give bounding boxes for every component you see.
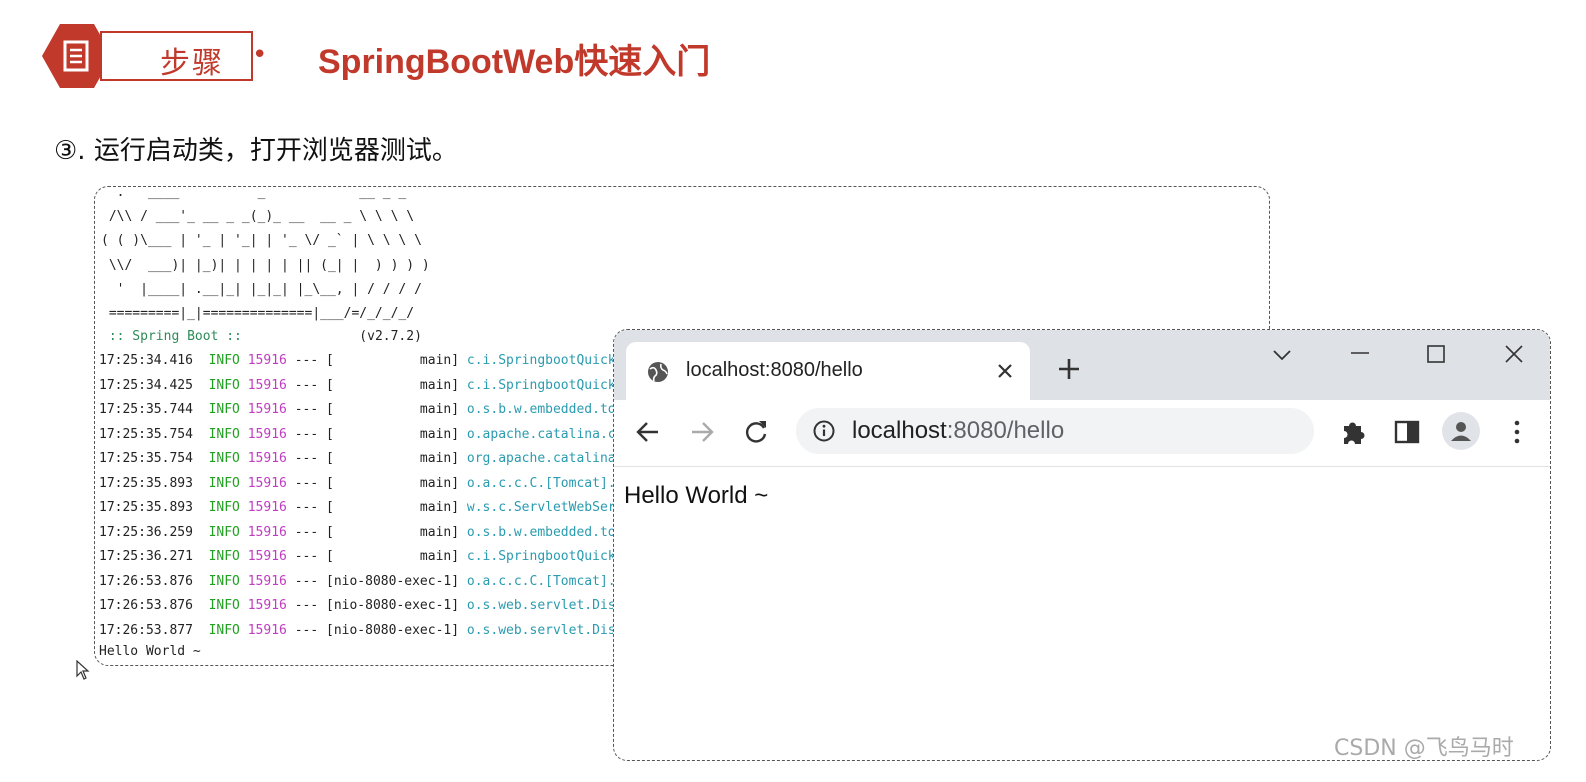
log-separator: --- [294,524,319,540]
log-separator: --- [294,475,319,491]
log-separator: --- [294,353,319,368]
log-time: 17:26:53.876 [99,598,193,613]
browser-window: localhost:8080/hello localhost:8080/hell… [613,329,1551,761]
log-level: INFO [208,573,240,589]
log-pid: 15916 [247,426,287,442]
badge-label: 步骤 [160,46,224,81]
log-pid: 15916 [247,573,287,589]
browser-tab[interactable]: localhost:8080/hello [626,342,1030,400]
log-level: INFO [208,500,240,515]
maximize-icon[interactable] [1418,340,1454,370]
log-thread: [ main] [326,426,460,442]
spring-boot-version: (v2.7.2) [249,329,422,344]
log-thread: [ main] [326,451,460,466]
log-pid: 15916 [247,402,287,417]
log-level: INFO [208,524,240,540]
site-info-icon[interactable] [812,419,836,443]
step-instruction: ③. 运行启动类，打开浏览器测试。 [54,136,458,166]
new-tab-icon[interactable] [1054,354,1084,384]
log-level: INFO [208,402,240,417]
step-badge: 步骤 [42,24,253,88]
log-thread: [ main] [326,353,460,368]
log-separator: --- [294,451,319,466]
log-pid: 15916 [247,598,287,613]
browser-toolbar: localhost:8080/hello [614,400,1550,467]
minimize-icon[interactable] [1342,340,1378,370]
log-pid: 15916 [247,500,287,515]
log-thread: [ main] [326,524,460,540]
log-level: INFO [208,549,240,564]
log-time: 17:25:35.754 [99,426,193,442]
log-time: 17:25:35.754 [99,451,193,466]
log-time: 17:25:36.271 [99,549,193,564]
reload-icon[interactable] [740,416,772,448]
log-pid: 15916 [247,377,287,393]
back-arrow-icon[interactable] [632,416,664,448]
address-bar[interactable]: localhost:8080/hello [796,408,1314,454]
log-thread: [ main] [326,377,460,393]
log-thread: [ main] [326,500,460,515]
close-window-icon[interactable] [1496,340,1532,370]
tab-title: localhost:8080/hello [686,359,863,381]
mouse-pointer-icon [76,660,90,680]
title-bullet: • [252,40,268,70]
spring-boot-version-line: :: Spring Boot :: (v2.7.2) [101,325,422,349]
log-pid: 15916 [247,353,287,368]
log-separator: --- [294,377,319,393]
globe-icon [648,362,668,382]
log-separator: --- [294,622,319,638]
url-host: localhost [852,417,947,444]
address-url: localhost:8080/hello [852,417,1064,445]
spring-ascii-banner: . ____ _ __ _ _ /\\ / ___'_ __ _ _(_)_ _… [101,186,430,322]
url-path: :8080/hello [946,417,1065,444]
log-level: INFO [208,622,240,638]
log-thread: [nio-8080-exec-1] [326,622,460,638]
log-pid: 15916 [247,524,287,540]
log-separator: --- [294,598,319,613]
forward-arrow-icon[interactable] [686,416,718,448]
log-thread: [ main] [326,549,460,564]
log-separator: --- [294,426,319,442]
spring-boot-label: :: Spring Boot :: [101,329,250,344]
log-thread: [nio-8080-exec-1] [326,598,460,613]
log-level: INFO [208,426,240,442]
page-body-text: Hello World ~ [624,482,769,509]
log-time: 17:26:53.876 [99,573,193,589]
log-time: 17:25:34.416 [99,353,193,368]
profile-avatar[interactable] [1442,412,1480,450]
log-separator: --- [294,500,319,515]
log-separator: --- [294,573,319,589]
tab-strip: localhost:8080/hello [614,330,1550,400]
log-separator: --- [294,402,319,417]
page-title: SpringBootWeb快速入门 [318,43,711,81]
badge-box: 步骤 [100,31,253,81]
log-thread: [ main] [326,475,460,491]
extensions-puzzle-icon[interactable] [1336,415,1370,449]
log-time: 17:25:36.259 [99,524,193,540]
more-menu-icon[interactable] [1500,415,1534,449]
log-level: INFO [208,598,240,613]
log-thread: [ main] [326,402,460,417]
tab-search-chevron-icon[interactable] [1264,340,1300,370]
log-level: INFO [208,353,240,368]
log-pid: 15916 [247,451,287,466]
close-tab-icon[interactable] [992,358,1018,384]
watermark: CSDN @飞鸟马时 [1334,736,1514,761]
log-thread: [nio-8080-exec-1] [326,573,460,589]
log-pid: 15916 [247,549,287,564]
log-separator: --- [294,549,319,564]
person-icon [1451,422,1471,441]
log-pid: 15916 [247,622,287,638]
log-time: 17:25:35.893 [99,500,193,515]
log-time: 17:25:35.744 [99,402,193,417]
log-time: 17:25:34.425 [99,377,193,393]
log-level: INFO [208,377,240,393]
log-time: 17:25:35.893 [99,475,193,491]
log-level: INFO [208,451,240,466]
log-time: 17:26:53.877 [99,622,193,638]
console-output: Hello World ~ [99,644,201,659]
log-pid: 15916 [247,475,287,491]
side-panel-icon[interactable] [1390,415,1424,449]
log-level: INFO [208,475,240,491]
